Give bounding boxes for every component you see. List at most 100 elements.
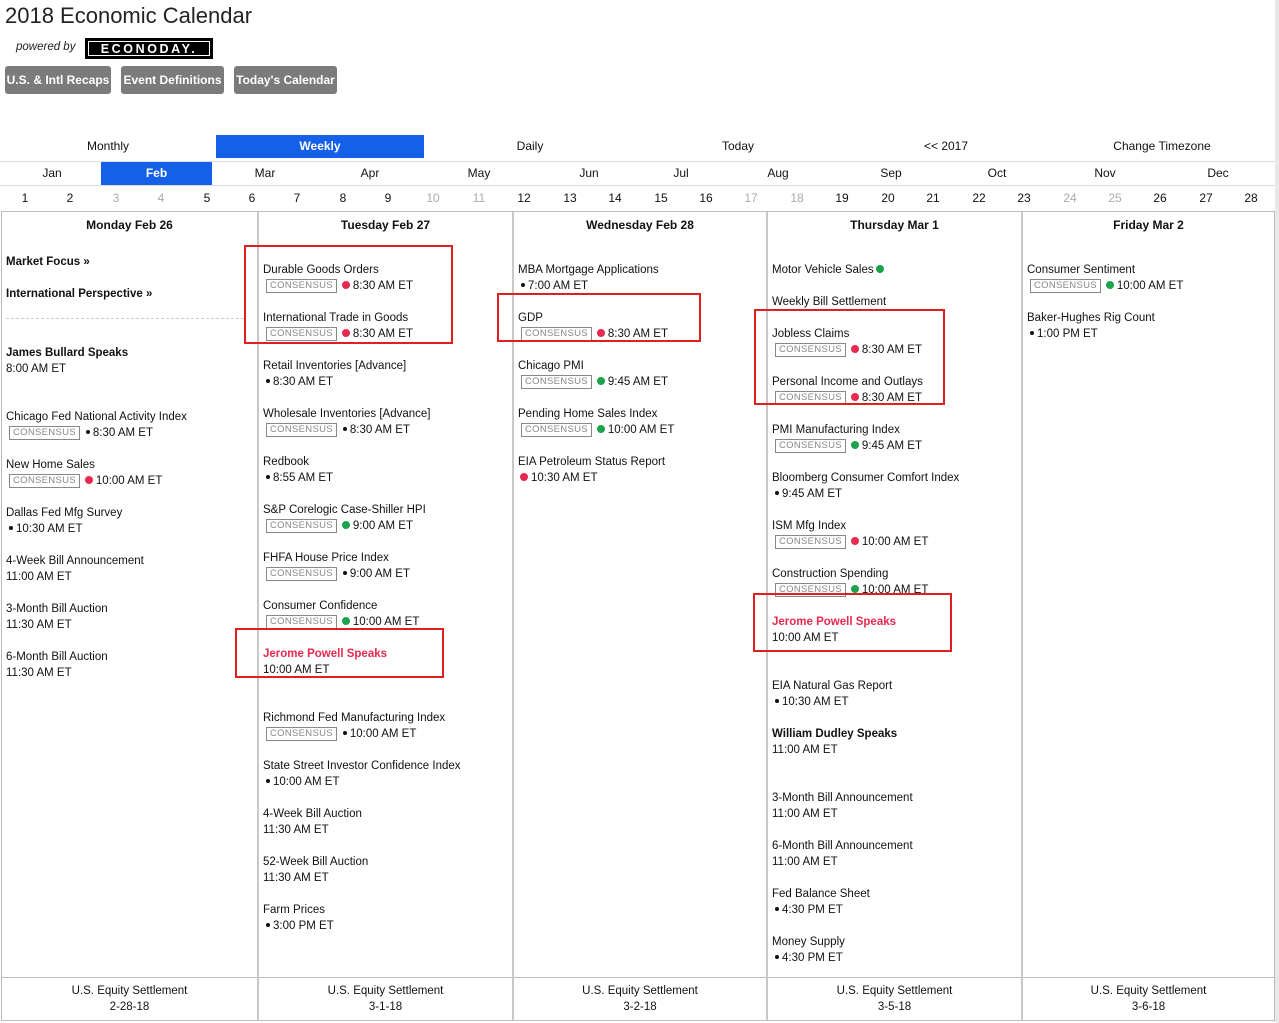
tab-today[interactable]: Today (634, 135, 842, 158)
day-number-15[interactable]: 15 (646, 186, 676, 210)
event-name-link[interactable]: Consumer Sentiment (1027, 262, 1183, 278)
consensus-badge[interactable]: CONSENSUS (9, 474, 80, 488)
tab-daily[interactable]: Daily (426, 135, 634, 158)
day-number-3[interactable]: 3 (101, 186, 131, 210)
event-name-link[interactable]: 4-Week Bill Auction (263, 806, 362, 822)
day-number-19[interactable]: 19 (827, 186, 857, 210)
consensus-badge[interactable]: CONSENSUS (1030, 279, 1101, 293)
day-number-18[interactable]: 18 (782, 186, 812, 210)
month-feb[interactable]: Feb (101, 162, 212, 185)
econoday-logo[interactable]: ECONODAY. (85, 38, 213, 59)
consensus-badge[interactable]: CONSENSUS (266, 727, 337, 741)
market-focus-link[interactable]: Market Focus » (6, 256, 90, 268)
event-name-link[interactable]: FHFA House Price Index (263, 550, 410, 566)
day-column-header[interactable]: Thursday Mar 1 (768, 218, 1021, 232)
event-name-link[interactable]: Farm Prices (263, 902, 334, 918)
day-number-4[interactable]: 4 (146, 186, 176, 210)
month-jun[interactable]: Jun (536, 162, 642, 185)
month-apr[interactable]: Apr (318, 162, 422, 185)
tab-change-timezone[interactable]: Change Timezone (1052, 135, 1272, 158)
event-name-link[interactable]: Weekly Bill Settlement (772, 294, 886, 310)
event-name-link[interactable]: State Street Investor Confidence Index (263, 758, 461, 774)
day-column-header[interactable]: Monday Feb 26 (2, 218, 257, 232)
day-number-25[interactable]: 25 (1100, 186, 1130, 210)
recaps-button[interactable]: U.S. & Intl Recaps (5, 66, 111, 94)
consensus-badge[interactable]: CONSENSUS (521, 375, 592, 389)
tab-monthly[interactable]: Monthly (4, 135, 212, 158)
month-jul[interactable]: Jul (636, 162, 726, 185)
event-name-link[interactable]: Durable Goods Orders (263, 262, 413, 278)
day-number-16[interactable]: 16 (691, 186, 721, 210)
day-number-20[interactable]: 20 (873, 186, 903, 210)
event-name-link[interactable]: 52-Week Bill Auction (263, 854, 368, 870)
event-name-link[interactable]: International Trade in Goods (263, 310, 413, 326)
consensus-badge[interactable]: CONSENSUS (266, 615, 337, 629)
day-column-header[interactable]: Wednesday Feb 28 (514, 218, 766, 232)
month-sep[interactable]: Sep (840, 162, 942, 185)
month-dec[interactable]: Dec (1160, 162, 1276, 185)
tab-weekly[interactable]: Weekly (216, 135, 424, 158)
event-name-link[interactable]: ISM Mfg Index (772, 518, 928, 534)
consensus-badge[interactable]: CONSENSUS (266, 567, 337, 581)
consensus-badge[interactable]: CONSENSUS (266, 327, 337, 341)
event-name-link[interactable]: GDP (518, 310, 668, 326)
day-number-10[interactable]: 10 (418, 186, 448, 210)
consensus-badge[interactable]: CONSENSUS (521, 423, 592, 437)
consensus-badge[interactable]: CONSENSUS (775, 439, 846, 453)
month-aug[interactable]: Aug (730, 162, 826, 185)
event-name-link[interactable]: 6-Month Bill Announcement (772, 838, 913, 854)
day-column-header[interactable]: Tuesday Feb 27 (259, 218, 512, 232)
event-name-link[interactable]: James Bullard Speaks (6, 345, 128, 361)
day-number-27[interactable]: 27 (1191, 186, 1221, 210)
day-number-6[interactable]: 6 (237, 186, 267, 210)
event-name-link[interactable]: S&P Corelogic Case-Shiller HPI (263, 502, 426, 518)
event-name-link[interactable]: Consumer Confidence (263, 598, 419, 614)
consensus-badge[interactable]: CONSENSUS (775, 391, 846, 405)
day-number-28[interactable]: 28 (1236, 186, 1266, 210)
event-name-link[interactable]: Construction Spending (772, 566, 928, 582)
month-nov[interactable]: Nov (1052, 162, 1158, 185)
event-name-link[interactable]: 6-Month Bill Auction (6, 649, 108, 665)
event-name-link[interactable]: PMI Manufacturing Index (772, 422, 922, 438)
day-number-14[interactable]: 14 (600, 186, 630, 210)
day-number-21[interactable]: 21 (918, 186, 948, 210)
day-number-26[interactable]: 26 (1145, 186, 1175, 210)
event-name-link[interactable]: Pending Home Sales Index (518, 406, 674, 422)
tab-previous-year[interactable]: << 2017 (842, 135, 1050, 158)
international-perspective-link[interactable]: International Perspective » (6, 288, 152, 300)
event-name-link[interactable]: Retail Inventories [Advance] (263, 358, 406, 374)
event-name-link[interactable]: EIA Natural Gas Report (772, 678, 892, 694)
event-name-link[interactable]: 3-Month Bill Auction (6, 601, 108, 617)
scrollbar[interactable] (1275, 0, 1279, 1023)
consensus-badge[interactable]: CONSENSUS (9, 426, 80, 440)
day-number-22[interactable]: 22 (964, 186, 994, 210)
day-column-header[interactable]: Friday Mar 2 (1023, 218, 1274, 232)
event-definitions-button[interactable]: Event Definitions (121, 66, 224, 94)
day-number-1[interactable]: 1 (10, 186, 40, 210)
day-number-17[interactable]: 17 (736, 186, 766, 210)
day-number-24[interactable]: 24 (1055, 186, 1085, 210)
day-number-2[interactable]: 2 (55, 186, 85, 210)
consensus-badge[interactable]: CONSENSUS (775, 343, 846, 357)
todays-calendar-button[interactable]: Today's Calendar (234, 66, 337, 94)
month-jan[interactable]: Jan (4, 162, 100, 185)
event-name-link[interactable]: Fed Balance Sheet (772, 886, 870, 902)
event-name-link[interactable]: William Dudley Speaks (772, 726, 897, 742)
event-name-link[interactable]: Wholesale Inventories [Advance] (263, 406, 430, 422)
event-name-link[interactable]: Jerome Powell Speaks (263, 646, 387, 662)
event-name-link[interactable]: Jobless Claims (772, 326, 922, 342)
month-may[interactable]: May (424, 162, 534, 185)
month-oct[interactable]: Oct (944, 162, 1050, 185)
day-number-12[interactable]: 12 (509, 186, 539, 210)
event-name-link[interactable]: New Home Sales (6, 457, 162, 473)
consensus-badge[interactable]: CONSENSUS (266, 519, 337, 533)
event-name-link[interactable]: MBA Mortgage Applications (518, 262, 659, 278)
day-number-11[interactable]: 11 (464, 186, 494, 210)
event-name-link[interactable]: 3-Month Bill Announcement (772, 790, 913, 806)
event-name-link[interactable]: Money Supply (772, 934, 845, 950)
event-name-link[interactable]: Dallas Fed Mfg Survey (6, 505, 122, 521)
day-number-5[interactable]: 5 (192, 186, 222, 210)
consensus-badge[interactable]: CONSENSUS (266, 423, 337, 437)
day-number-9[interactable]: 9 (373, 186, 403, 210)
event-name-link[interactable]: Jerome Powell Speaks (772, 614, 896, 630)
